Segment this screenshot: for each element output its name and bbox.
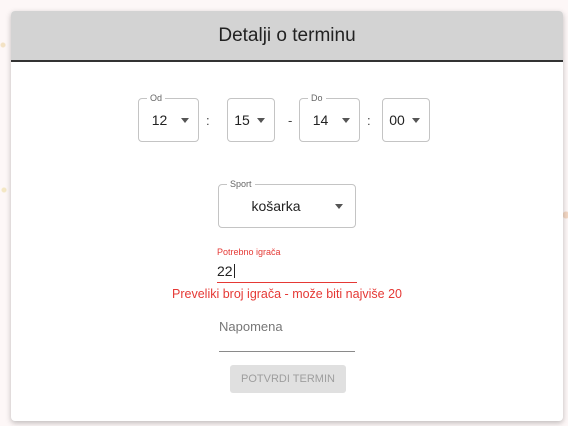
- to-minute-value: 00: [389, 112, 405, 128]
- note-placeholder: Napomena: [219, 319, 283, 334]
- time-colon: :: [206, 113, 210, 128]
- from-hour-select[interactable]: Od 12: [138, 92, 199, 142]
- time-range-dash: -: [288, 113, 293, 128]
- time-colon: :: [367, 113, 371, 128]
- chevron-down-icon: [412, 118, 420, 123]
- dialog-header: Detalji o terminu: [11, 11, 563, 62]
- appointment-details-dialog: Detalji o terminu Od 12 : 15 - Do 14 : 0…: [11, 11, 563, 421]
- chevron-down-icon: [335, 204, 343, 209]
- from-minute-value: 15: [234, 112, 250, 128]
- chevron-down-icon: [257, 118, 265, 123]
- chevron-down-icon: [342, 118, 350, 123]
- to-minute-select[interactable]: 00: [382, 98, 430, 142]
- note-input[interactable]: Napomena: [219, 315, 355, 352]
- confirm-appointment-button[interactable]: POTVRDI TERMIN: [230, 365, 346, 393]
- to-hour-value: 14: [312, 112, 329, 128]
- chevron-down-icon: [181, 118, 189, 123]
- players-needed-input[interactable]: 22: [217, 260, 357, 283]
- to-hour-select[interactable]: Do 14: [299, 92, 360, 142]
- players-error-message: Preveliki broj igrača - može biti najviš…: [172, 287, 402, 301]
- from-hour-value: 12: [151, 112, 168, 128]
- players-needed-label: Potrebno igrača: [217, 247, 281, 257]
- from-minute-select[interactable]: 15: [227, 98, 275, 142]
- text-cursor: [233, 264, 235, 278]
- players-needed-value: 22: [217, 263, 233, 279]
- dialog-title: Detalji o terminu: [218, 24, 356, 46]
- sport-select[interactable]: Sport košarka: [218, 178, 356, 228]
- sport-value: košarka: [251, 198, 301, 214]
